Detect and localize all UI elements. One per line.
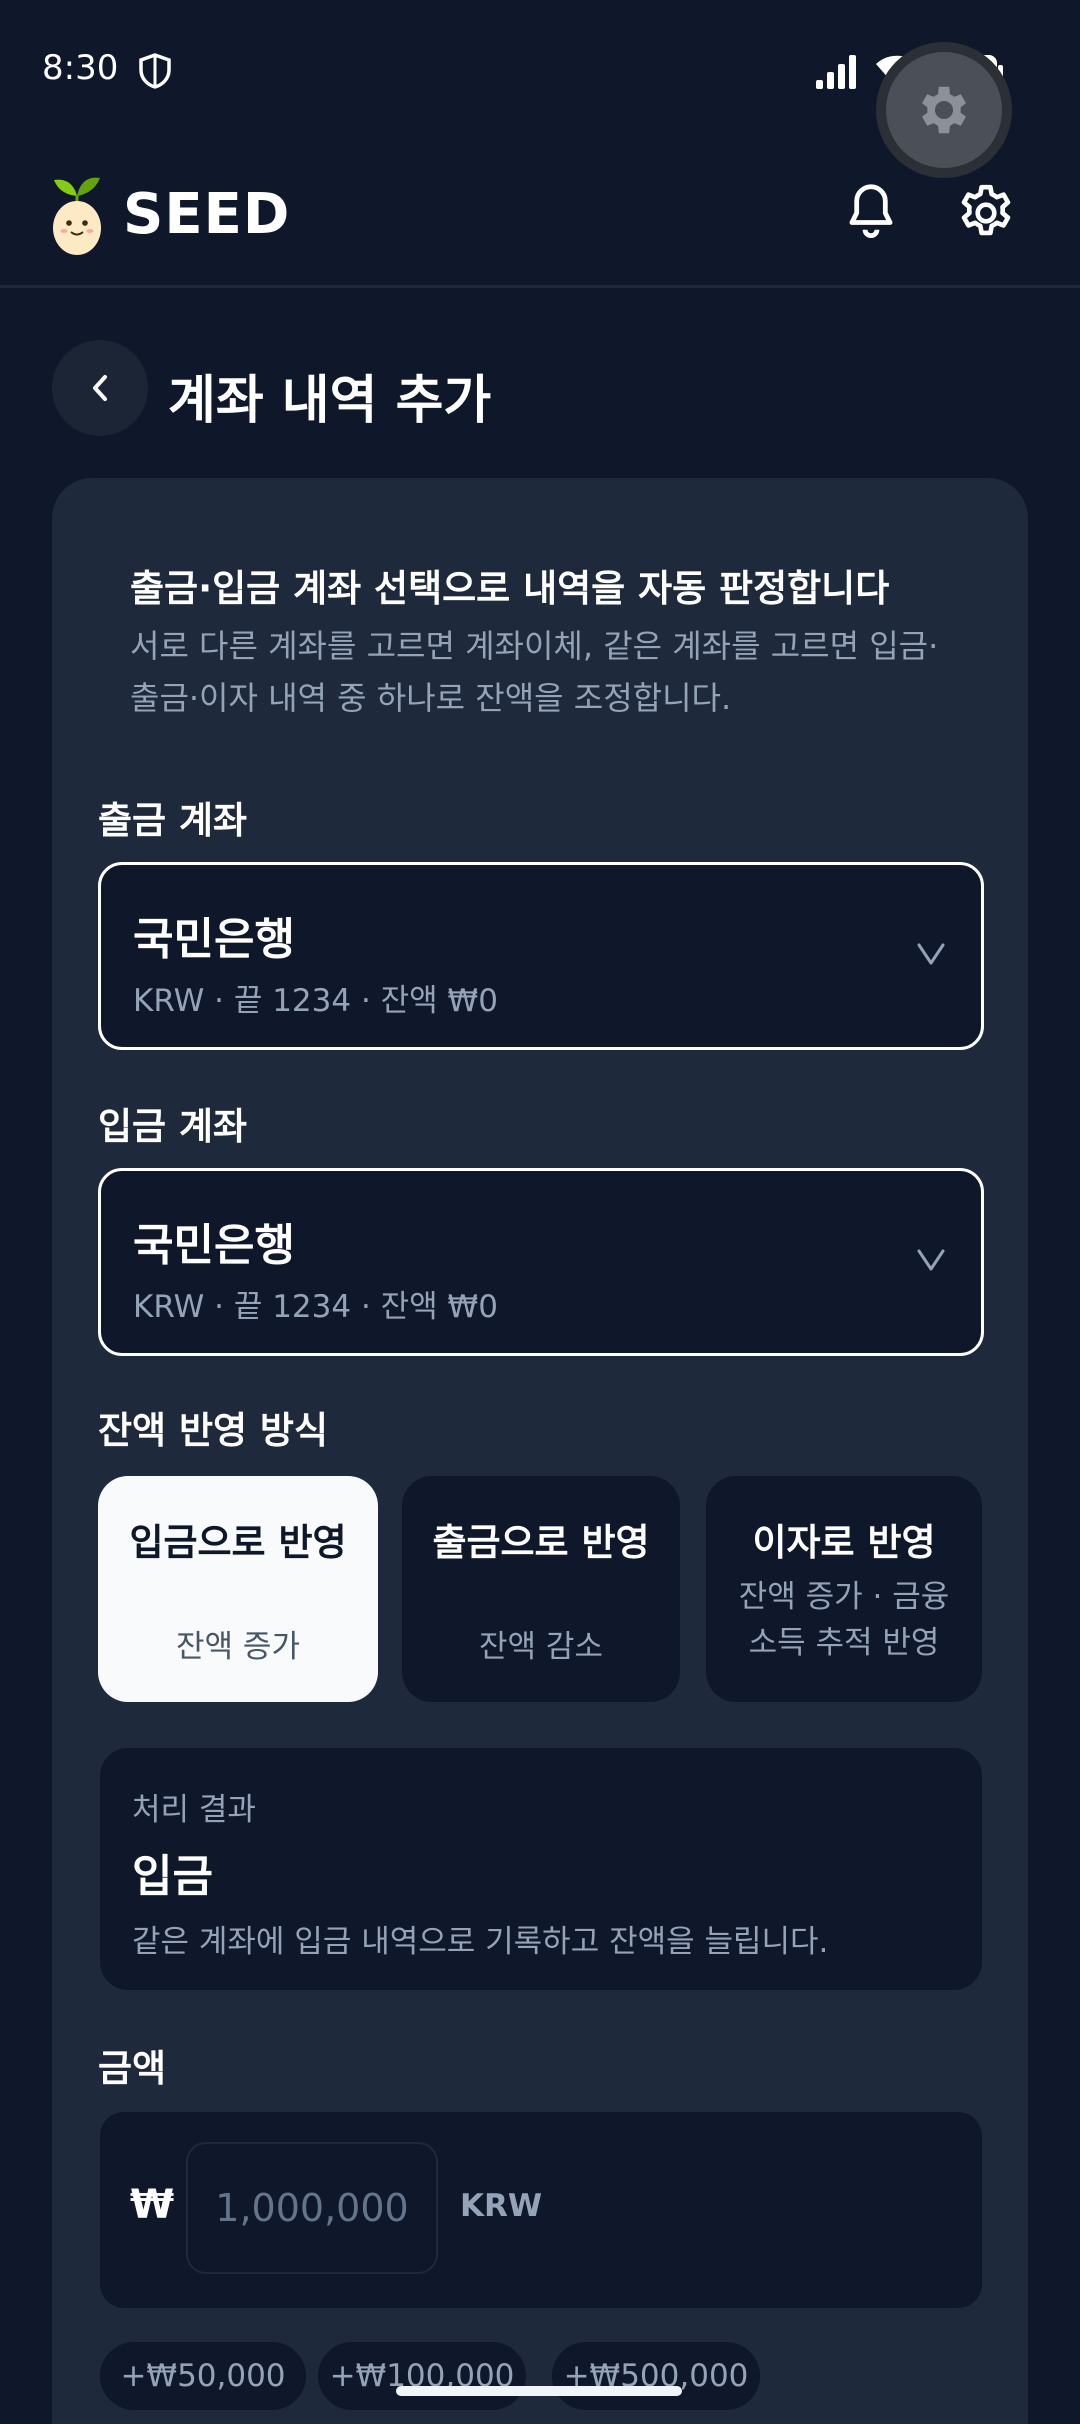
result-value: 입금: [132, 1851, 213, 1902]
method-option-subtitle: 잔액 증가: [176, 1629, 300, 1665]
app-bar: SEED: [0, 150, 1080, 288]
signal-icon: [816, 55, 856, 89]
quick-add-chip[interactable]: +₩100,000: [318, 2342, 526, 2410]
chevron-down-icon: [917, 1249, 945, 1271]
quick-add-chip[interactable]: +₩500,000: [552, 2342, 760, 2410]
withdraw-account-label: 출금 계좌: [98, 799, 248, 842]
bell-icon[interactable]: [842, 182, 900, 244]
method-option-withdraw[interactable]: 출금으로 반영 잔액 감소: [402, 1476, 680, 1702]
deposit-account-select[interactable]: 국민은행 KRW · 끝 1234 · 잔액 ₩0: [98, 1168, 984, 1356]
brand-name: SEED: [123, 182, 291, 247]
method-option-subtitle: 잔액 감소: [479, 1629, 603, 1665]
result-description: 같은 계좌에 입금 내역으로 기록하고 잔액을 늘립니다.: [132, 1924, 829, 1960]
status-bar: 8:30: [0, 0, 1080, 178]
withdraw-account-select[interactable]: 국민은행 KRW · 끝 1234 · 잔액 ₩0: [98, 862, 984, 1050]
deposit-account-name: 국민은행: [133, 1220, 295, 1271]
balance-method-label: 잔액 반영 방식: [98, 1409, 329, 1452]
seed-logo-icon: [53, 177, 101, 255]
deposit-account-meta: KRW · 끝 1234 · 잔액 ₩0: [133, 1289, 498, 1325]
currency-code: KRW: [460, 2188, 543, 2224]
method-option-deposit[interactable]: 입금으로 반영 잔액 증가: [98, 1476, 378, 1702]
quick-add-chip[interactable]: +₩50,000: [100, 2342, 306, 2410]
method-option-interest[interactable]: 이자로 반영 잔액 증가 · 금융 소득 추적 반영: [706, 1476, 982, 1702]
gear-icon[interactable]: [955, 182, 1017, 244]
info-title: 출금·입금 계좌 선택으로 내역을 자동 판정합니다: [130, 567, 890, 610]
amount-input[interactable]: [186, 2142, 438, 2274]
deposit-account-label: 입금 계좌: [98, 1105, 248, 1148]
method-option-title: 이자로 반영: [752, 1521, 936, 1564]
gear-icon: [922, 86, 966, 134]
chevron-down-icon: [917, 943, 945, 965]
home-indicator[interactable]: [396, 2386, 682, 2396]
status-time: 8:30: [42, 48, 119, 88]
amount-box: ₩ KRW: [100, 2112, 982, 2308]
back-button[interactable]: [52, 340, 148, 436]
amount-label: 금액: [98, 2047, 167, 2090]
withdraw-account-meta: KRW · 끝 1234 · 잔액 ₩0: [133, 983, 498, 1019]
method-option-subtitle-line1: 잔액 증가 · 금융: [738, 1579, 950, 1615]
shield-icon: [139, 53, 171, 89]
result-label: 처리 결과: [132, 1792, 256, 1828]
withdraw-account-name: 국민은행: [133, 914, 295, 965]
page-title: 계좌 내역 추가: [168, 371, 492, 431]
method-option-subtitle-line2: 소득 추적 반영: [748, 1625, 940, 1661]
chevron-left-icon: [93, 375, 107, 401]
result-box: 처리 결과 입금 같은 계좌에 입금 내역으로 기록하고 잔액을 늘립니다.: [100, 1748, 982, 1990]
info-description: 서로 다른 계좌를 고르면 계좌이체, 같은 계좌를 고르면 입금·출금·이자 …: [130, 627, 939, 717]
method-option-title: 입금으로 반영: [129, 1521, 347, 1564]
method-option-title: 출금으로 반영: [432, 1521, 650, 1564]
won-symbol: ₩: [130, 2182, 175, 2228]
